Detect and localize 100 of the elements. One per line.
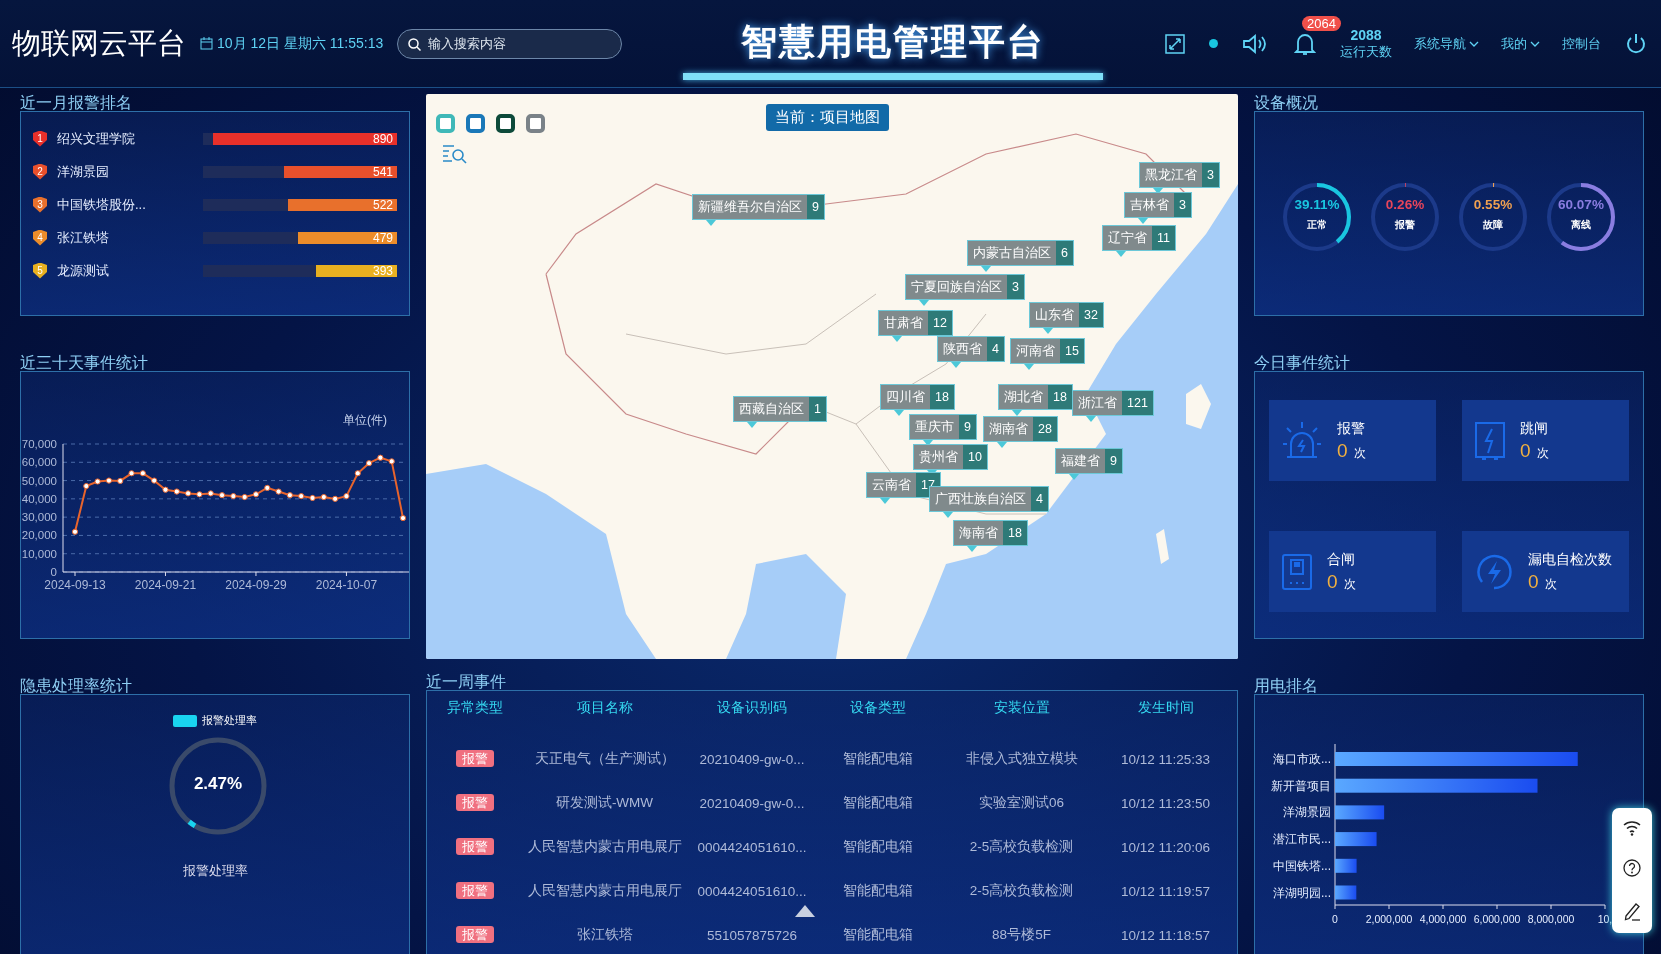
axis-label: 洋湖景园 — [1283, 805, 1331, 820]
stat-label: 报警 — [1337, 419, 1366, 438]
project-name: 绍兴文理学院 — [57, 129, 136, 148]
project-name: 中国铁塔股份... — [57, 195, 147, 214]
column-header: 设备识别码 — [716, 699, 788, 717]
table-cell-text: 0004424051610... — [696, 839, 808, 855]
table-cell-text: 智能配电箱 — [842, 882, 914, 900]
percent-value: 0.55% — [1472, 197, 1514, 212]
status-label: 离线 — [1570, 218, 1592, 232]
panel-title: 近三十天事件统计 — [20, 354, 149, 371]
axis-label: 50,000 — [21, 474, 57, 487]
axis-label: 2024-09-21 — [134, 578, 197, 592]
axis-label: 4,000,000 — [1419, 913, 1467, 925]
project-name: 张江铁塔 — [57, 228, 110, 247]
axis-label: 60,000 — [21, 456, 57, 469]
axis-label: 10, — [1597, 913, 1613, 925]
stat-label: 漏电自检次数 — [1528, 550, 1612, 569]
axis-label: 海口市政... — [1273, 752, 1331, 766]
panel-title: 用电排名 — [1254, 677, 1319, 694]
table-cell-text: 研发测试-WMW — [554, 794, 655, 812]
column-header: 设备类型 — [849, 699, 907, 717]
axis-label: 洋湖明园... — [1273, 885, 1331, 900]
event-type-tag: 报警 — [455, 750, 494, 767]
axis-label: 70,000 — [21, 438, 57, 450]
axis-label: 潜江市民... — [1273, 832, 1331, 847]
panel-title: 隐患处理率统计 — [20, 677, 133, 694]
axis-label: 40,000 — [21, 492, 57, 505]
status-label: 故障 — [1482, 218, 1504, 232]
axis-label: 2024-09-13 — [44, 578, 106, 592]
column-header: 项目名称 — [575, 699, 634, 717]
axis-label: 20,000 — [21, 529, 57, 542]
app-title: 物联网云平台 — [12, 25, 186, 61]
map-mode-label: 当前：项目地图 — [766, 104, 889, 131]
axis-label: 10,000 — [21, 547, 57, 560]
panel-title: 今日事件统计 — [1254, 354, 1351, 371]
status-label: 报警 — [1394, 218, 1416, 232]
table-cell-text: 20210409-gw-0... — [698, 751, 806, 767]
status-label: 正常 — [1306, 218, 1328, 232]
event-type-tag: 报警 — [455, 838, 494, 855]
table-cell-text: 智能配电箱 — [842, 838, 914, 856]
axis-label: 0 — [50, 566, 57, 578]
rank-badge: 5 — [33, 262, 47, 279]
table-cell-text: 0004424051610... — [696, 883, 808, 899]
rank-badge: 2 — [33, 163, 47, 180]
table-cell-text: 2-5高校负载检测 — [968, 882, 1075, 900]
table-cell-text: 10/12 11:25:33 — [1119, 751, 1212, 767]
table-cell-text: 10/12 11:19:57 — [1119, 883, 1212, 899]
alarm-count: 479 — [372, 230, 393, 245]
project-name: 龙源测试 — [57, 261, 110, 280]
axis-label: 30,000 — [21, 511, 57, 524]
project-name: 洋湖景园 — [57, 162, 110, 181]
axis-label: 新开普项目 — [1271, 778, 1331, 793]
alarm-count: 890 — [372, 131, 393, 146]
table-cell-text: 人民智慧内蒙古用电展厅 — [526, 838, 683, 856]
table-cell-text: 10/12 11:18:57 — [1119, 927, 1212, 943]
table-cell-text: 88号楼5F — [991, 926, 1052, 944]
stat-unit: 次 — [1544, 575, 1557, 593]
stat-value: 0 — [1327, 570, 1338, 593]
date-time: 10月 12日 星期六 11:55:13 — [217, 34, 384, 53]
panel-title: 设备概况 — [1254, 94, 1319, 111]
notification-badge: 2064 — [1302, 15, 1341, 31]
table-cell-text: 天正电气（生产测试） — [533, 750, 676, 768]
axis-label: 2,000,000 — [1365, 913, 1413, 925]
axis-label: 6,000,000 — [1473, 913, 1521, 925]
table-cell-text: 20210409-gw-0... — [698, 795, 806, 811]
axis-label: 2024-09-29 — [225, 578, 287, 592]
table-cell-text: 非侵入式独立模块 — [964, 750, 1079, 768]
event-type-tag: 报警 — [455, 882, 494, 899]
stat-label: 合闸 — [1327, 550, 1356, 569]
rate-value: 2.47% — [192, 774, 244, 794]
table-cell-text: 人民智慧内蒙古用电展厅 — [526, 882, 683, 900]
panel-title: 近一周事件 — [426, 673, 507, 690]
stat-label: 跳闸 — [1520, 419, 1549, 438]
axis-label: 0 — [1332, 913, 1338, 925]
stat-unit: 次 — [1536, 444, 1549, 462]
column-header: 异常类型 — [445, 699, 504, 717]
axis-label: 2024-10-07 — [315, 578, 378, 592]
stat-unit: 次 — [1343, 575, 1356, 593]
column-header: 安装位置 — [992, 699, 1051, 717]
alarm-count: 522 — [372, 197, 393, 212]
alarm-count: 393 — [372, 263, 393, 278]
table-cell-text: 实验室测试06 — [978, 794, 1065, 812]
stat-value: 0 — [1520, 439, 1531, 462]
table-cell-text: 551057875726 — [705, 927, 799, 943]
run-days-value: 2088 — [1350, 26, 1382, 43]
run-days-label: 运行天数 — [1340, 42, 1392, 61]
chart-caption: 报警处理率 — [182, 862, 248, 880]
table-cell-text: 2-5高校负载检测 — [968, 838, 1075, 856]
axis-label: 8,000,000 — [1527, 913, 1575, 925]
percent-value: 0.26% — [1384, 197, 1426, 212]
dashboard-title: 智慧用电管理平台 — [740, 19, 1045, 64]
legend-label: 报警处理率 — [202, 713, 257, 728]
stat-unit: 次 — [1353, 444, 1366, 462]
table-cell-text: 10/12 11:23:50 — [1119, 795, 1212, 811]
table-cell-text: 张江铁塔 — [575, 926, 634, 944]
panel-title: 近一月报警排名 — [20, 94, 133, 111]
column-header: 发生时间 — [1136, 699, 1195, 717]
axis-label: 中国铁塔... — [1273, 858, 1331, 873]
unit-label: 单位(件) — [343, 413, 387, 427]
percent-value: 60.07% — [1557, 197, 1605, 212]
